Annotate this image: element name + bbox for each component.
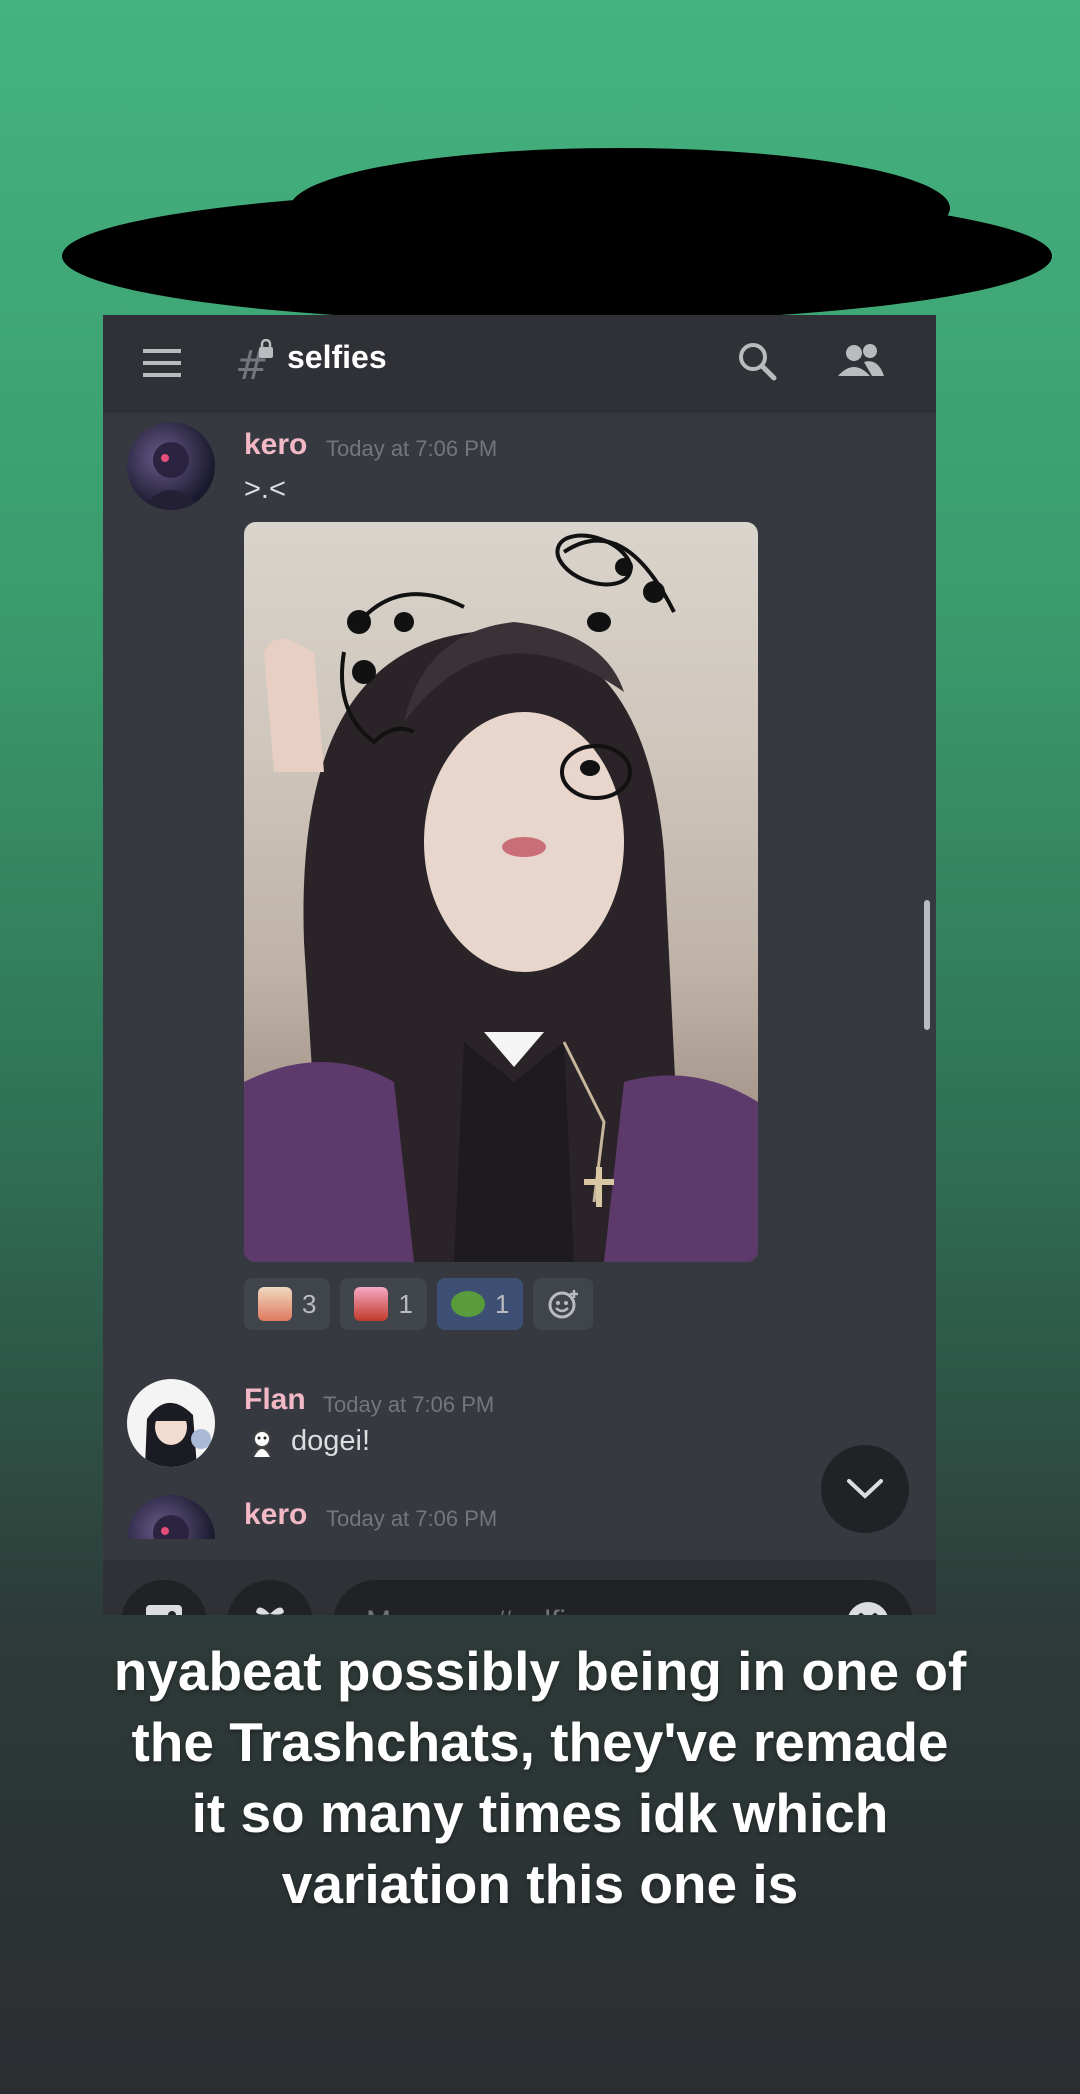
message-input[interactable]: Message #selfies — [333, 1580, 913, 1615]
image-icon — [146, 1605, 182, 1615]
caption-line: variation this one is — [281, 1853, 799, 1915]
message-kero-2: kero Today at 7:06 PM — [103, 1445, 936, 1560]
redaction-scribble-top — [290, 148, 950, 268]
gift-icon — [256, 1607, 284, 1615]
message-kero: kero Today at 7:06 PM >.< 3 1 1 — [103, 315, 936, 1330]
message-input-placeholder: Message #selfies — [366, 1605, 598, 1615]
image-upload-button[interactable] — [121, 1580, 207, 1615]
caption-line: it so many times idk which — [191, 1782, 889, 1844]
message-text: >.< — [244, 473, 286, 505]
scrollbar[interactable] — [924, 900, 930, 1030]
caption-line: nyabeat possibly being in one of — [113, 1640, 967, 1702]
caption-line: the Trashchats, they've remade — [131, 1711, 949, 1773]
timestamp: Today at 7:06 PM — [326, 436, 498, 461]
author-name[interactable]: kero — [244, 428, 307, 462]
chevron-down-icon — [847, 1479, 883, 1499]
pepe-frog-emoji — [450, 1291, 485, 1317]
smiley-icon[interactable] — [845, 1600, 891, 1615]
author-name[interactable]: kero — [244, 1498, 307, 1532]
selfie-photo[interactable] — [244, 522, 758, 1262]
timestamp: Today at 7:06 PM — [323, 1392, 495, 1417]
gift-button[interactable] — [227, 1580, 313, 1615]
story-caption: nyabeat possibly being in one of the Tra… — [20, 1636, 1060, 1920]
discord-window: # selfies kero Today at 7:06 PM >.< 3 1 … — [103, 315, 936, 1615]
avatar[interactable] — [127, 422, 215, 510]
timestamp: Today at 7:06 PM — [326, 1506, 498, 1531]
avatar[interactable] — [127, 1495, 215, 1539]
message-composer: Message #selfies — [103, 1560, 936, 1615]
jump-to-present-button[interactable] — [821, 1445, 909, 1533]
message-flan: Flan Today at 7:06 PM dogei! — [103, 1315, 936, 1467]
author-name[interactable]: Flan — [244, 1383, 306, 1417]
